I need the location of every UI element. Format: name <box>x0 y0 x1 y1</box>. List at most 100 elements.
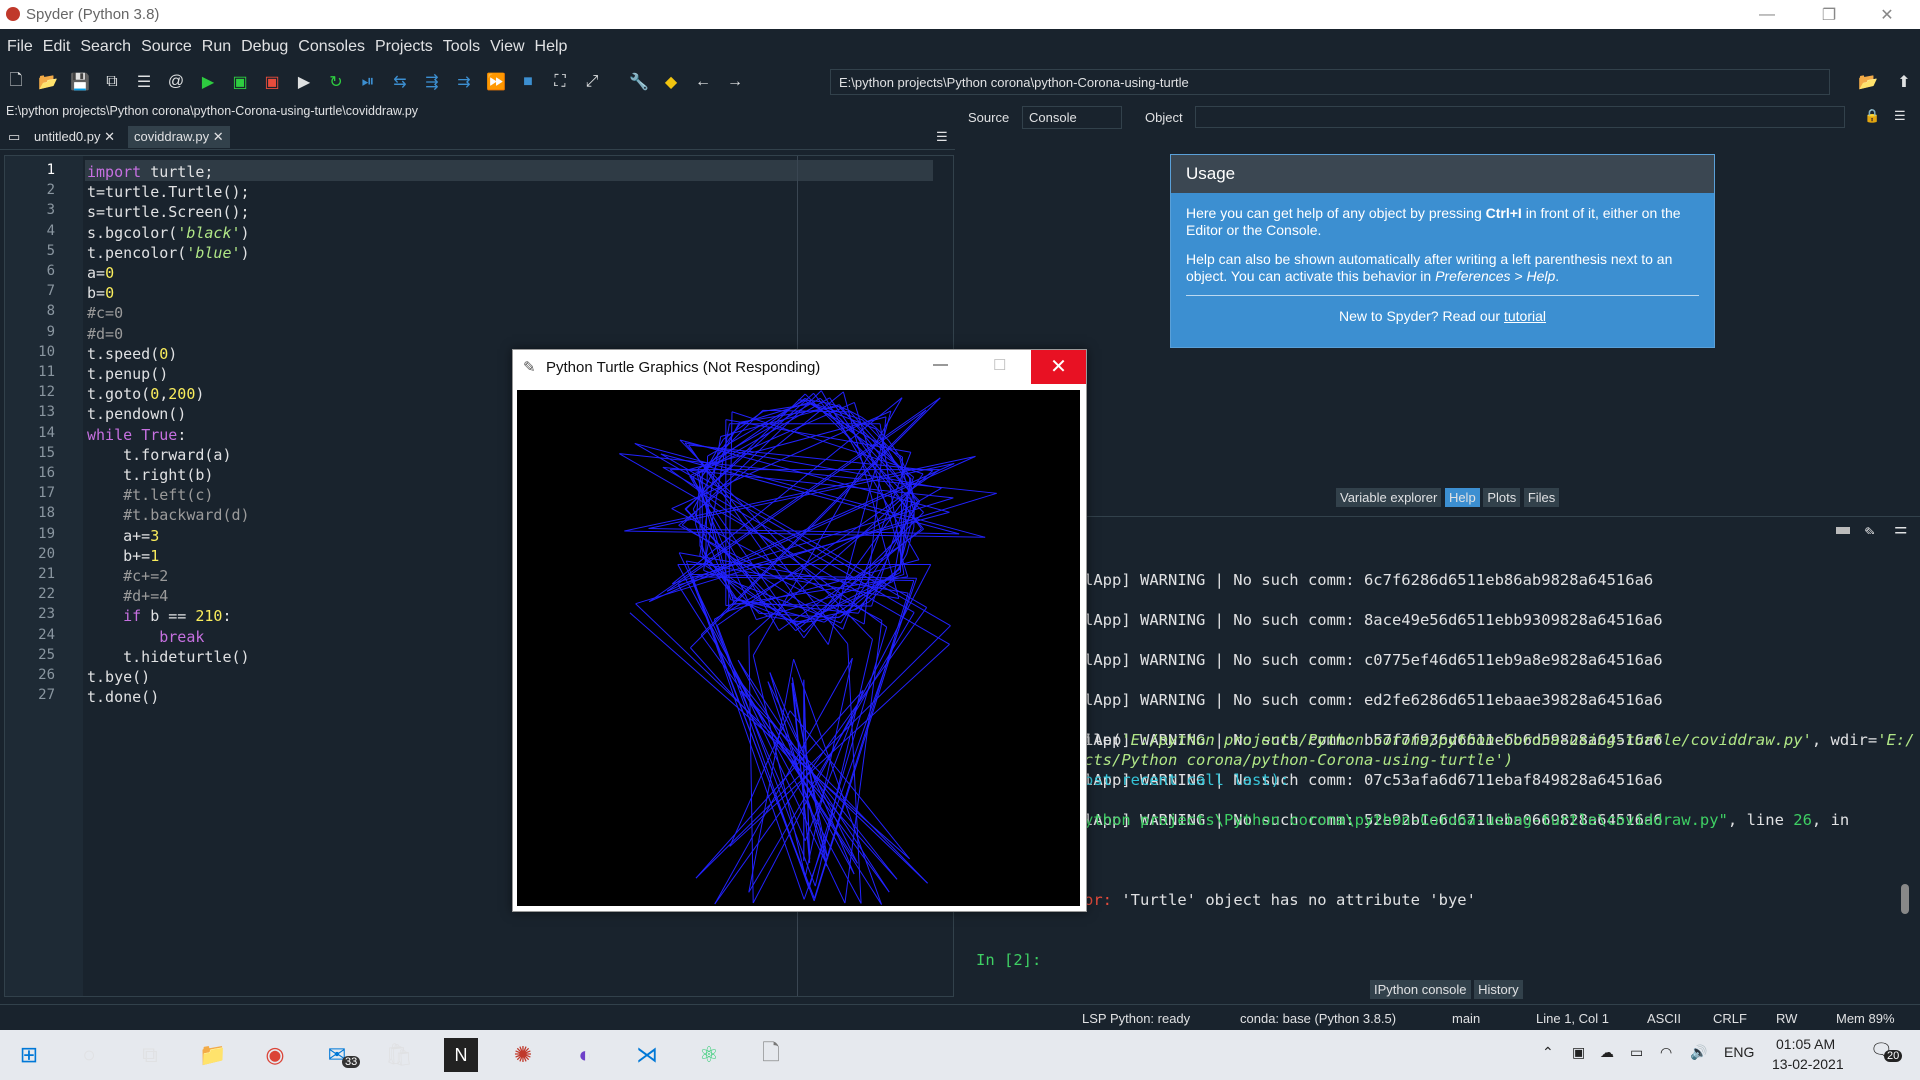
code-text[interactable]: import turtle; t=turtle.Turtle(); s=turt… <box>87 162 250 707</box>
source-select[interactable]: Console <box>1022 106 1122 129</box>
run-icon[interactable]: ▶ <box>197 71 219 93</box>
step-into-icon[interactable]: ⇶ <box>421 71 443 93</box>
notification-badge: 20 <box>1884 1050 1903 1062</box>
tab-help[interactable]: Help <box>1444 488 1480 507</box>
tab-variable-explorer[interactable]: Variable explorer <box>1336 488 1442 507</box>
tray-device-icon[interactable]: ▣ <box>1572 1044 1585 1061</box>
menu-run[interactable]: Run <box>197 38 236 56</box>
continue-icon[interactable]: ⏩ <box>485 71 507 93</box>
github-icon[interactable]: ◐ <box>568 1038 602 1072</box>
forward-icon[interactable]: → <box>724 71 746 93</box>
menu-consoles[interactable]: Consoles <box>293 38 370 56</box>
turtle-graphics-window[interactable]: Python Turtle Graphics (Not Responding) … <box>512 349 1087 912</box>
turtle-minimize-button[interactable]: — <box>933 356 948 373</box>
list-icon[interactable]: ☰ <box>133 71 155 93</box>
search-icon[interactable]: ○ <box>72 1038 106 1072</box>
usage-panel: Usage Here you can get help of any objec… <box>1170 154 1715 348</box>
help-options-icon[interactable]: ☰ <box>1894 108 1906 124</box>
editor-tab-bar: ▭ untitled0.py ✕ coviddraw.py ✕ ☰ <box>0 124 955 150</box>
menu-projects[interactable]: Projects <box>370 38 438 56</box>
browse-folder-icon[interactable]: 📂 <box>1857 71 1879 93</box>
turtle-maximize-button[interactable]: ☐ <box>993 356 1006 374</box>
save-icon[interactable]: 💾 <box>69 71 91 93</box>
parent-folder-icon[interactable]: ⬆ <box>1893 71 1915 93</box>
tab-history[interactable]: History <box>1474 980 1523 999</box>
back-icon[interactable]: ← <box>692 71 714 93</box>
console-scrollbar[interactable] <box>1901 884 1909 914</box>
open-file-icon[interactable]: 📂 <box>37 71 59 93</box>
console-pane-tabs: IPython console History <box>1370 980 1523 999</box>
browse-tabs-icon[interactable]: ▭ <box>2 126 24 148</box>
notion-icon[interactable]: N <box>444 1038 478 1072</box>
lock-icon[interactable]: 🔒 <box>1864 108 1880 124</box>
menu-debug[interactable]: Debug <box>236 38 293 56</box>
run-cell-icon[interactable]: ▣ <box>229 71 251 93</box>
menu-tools[interactable]: Tools <box>438 38 485 56</box>
clock-date[interactable]: 13-02-2021 <box>1772 1056 1844 1072</box>
line-number: 23 <box>38 606 55 623</box>
file-permissions: RW <box>1776 1011 1798 1026</box>
line-number: 2 <box>46 182 55 199</box>
menu-search[interactable]: Search <box>75 38 136 56</box>
tab-files[interactable]: Files <box>1523 488 1560 507</box>
battery-icon[interactable]: ▭ <box>1630 1044 1643 1061</box>
pane-divider <box>962 516 1920 517</box>
onedrive-icon[interactable]: ☁ <box>1600 1044 1614 1061</box>
line-number: 6 <box>46 263 55 279</box>
clock-time[interactable]: 01:05 AM <box>1776 1036 1835 1052</box>
menu-help[interactable]: Help <box>530 38 573 56</box>
console-prompt[interactable]: In [2]: <box>976 950 1041 970</box>
save-all-icon[interactable]: ⧉ <box>101 71 123 93</box>
run-selection-icon[interactable]: ▶ <box>293 71 315 93</box>
tab-untitled0[interactable]: untitled0.py ✕ <box>28 126 121 148</box>
object-input[interactable] <box>1195 106 1845 128</box>
windows-start-icon[interactable]: ⊞ <box>12 1038 46 1072</box>
preferences-icon[interactable]: 🔧 <box>628 71 650 93</box>
usage-text-1: Here you can get help of any object by p… <box>1186 205 1681 238</box>
rerun-icon[interactable]: ↻ <box>325 71 347 93</box>
menu-view[interactable]: View <box>485 38 529 56</box>
tab-coviddraw[interactable]: coviddraw.py ✕ <box>128 126 230 148</box>
tab-ipython-console[interactable]: IPython console <box>1370 980 1471 999</box>
stop-icon[interactable]: ■ <box>517 71 539 93</box>
ipython-console[interactable]: lApp] WARNING | No such comm: 6c7f6286d6… <box>962 534 1915 970</box>
maximize-pane-icon[interactable]: ⛶ <box>549 71 571 93</box>
atom-icon[interactable]: ⚛ <box>692 1038 726 1072</box>
step-icon[interactable]: ⇆ <box>389 71 411 93</box>
python-path-icon[interactable]: ◆ <box>660 71 682 93</box>
tab-plots[interactable]: Plots <box>1483 488 1521 507</box>
editor-options-icon[interactable]: ☰ <box>930 126 954 148</box>
vscode-icon[interactable]: ⋊ <box>630 1038 664 1072</box>
volume-icon[interactable]: 🔊 <box>1690 1044 1707 1061</box>
task-view-icon[interactable]: ⧉ <box>133 1038 167 1072</box>
step-return-icon[interactable]: ⇉ <box>453 71 475 93</box>
line-number: 15 <box>38 444 55 461</box>
restore-button[interactable]: ❐ <box>1806 0 1852 29</box>
blank-document-icon[interactable]: 🗋 <box>754 1038 788 1072</box>
fullscreen-icon[interactable]: ⤢ <box>581 71 603 93</box>
notification-icon[interactable]: 🗨 20 <box>1870 1040 1903 1062</box>
file-explorer-icon[interactable]: 📁 <box>196 1038 230 1072</box>
minimize-button[interactable]: — <box>1744 0 1790 29</box>
chrome-icon[interactable]: ◉ <box>258 1038 292 1072</box>
run-cell-advance-icon[interactable]: ▣ <box>261 71 283 93</box>
tutorial-link[interactable]: tutorial <box>1504 308 1546 324</box>
spyder-taskbar-icon[interactable]: ✺ <box>506 1038 540 1072</box>
mail-icon[interactable]: ✉ 33 <box>320 1038 361 1072</box>
line-number: 10 <box>38 343 55 360</box>
menu-source[interactable]: Source <box>136 38 197 56</box>
turtle-close-button[interactable]: ✕ <box>1031 350 1086 384</box>
menu-file[interactable]: File <box>2 38 38 56</box>
language-indicator[interactable]: ENG <box>1724 1044 1754 1060</box>
store-icon[interactable]: 🛍 <box>382 1038 416 1072</box>
new-file-icon[interactable]: 🗋 <box>5 71 27 93</box>
help-header: Source Console Object 🔒 ☰ <box>962 104 1920 130</box>
menu-edit[interactable]: Edit <box>38 38 76 56</box>
at-icon[interactable]: @ <box>165 71 187 93</box>
debug-icon[interactable]: ⏯ <box>357 71 379 93</box>
tray-chevron-icon[interactable]: ⌃ <box>1542 1044 1554 1061</box>
close-button[interactable]: ✕ <box>1864 0 1910 29</box>
working-directory-input[interactable]: E:\python projects\Python corona\python-… <box>830 69 1830 95</box>
line-number: 24 <box>38 626 55 643</box>
wifi-icon[interactable]: ◠ <box>1660 1044 1672 1061</box>
